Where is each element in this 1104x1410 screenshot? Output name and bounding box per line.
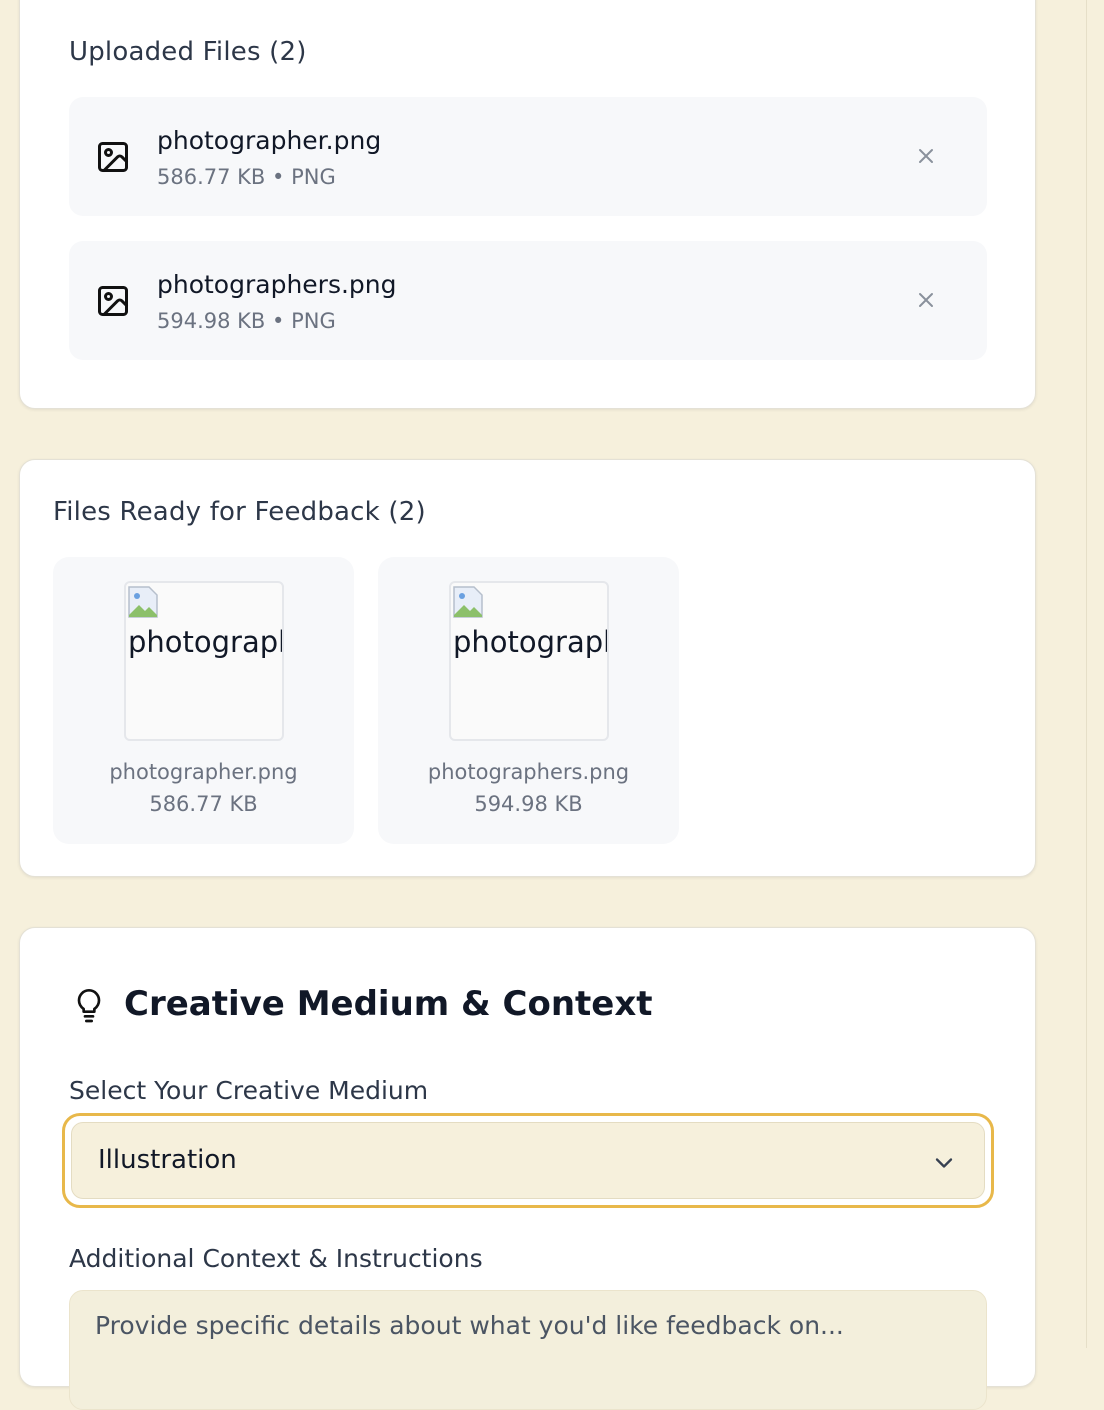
- files-ready-title: Files Ready for Feedback (2): [53, 497, 426, 527]
- uploaded-files-card: Uploaded Files (2) photographer.png 586.…: [19, 0, 1036, 409]
- medium-select-value: Illustration: [98, 1145, 237, 1175]
- remove-file-button[interactable]: [909, 139, 943, 173]
- medium-select-focus-ring: Illustration: [62, 1113, 994, 1208]
- creative-medium-title: Creative Medium & Context: [124, 984, 653, 1024]
- uploaded-file-item: photographers.png 594.98 KB • PNG: [69, 241, 987, 360]
- file-thumbnail: photographer.png: [124, 581, 284, 741]
- close-icon: [919, 149, 933, 163]
- page-scroll-rail: [1086, 0, 1104, 1348]
- chevron-down-icon: [935, 1158, 953, 1168]
- creative-medium-card: Creative Medium & Context Select Your Cr…: [19, 927, 1036, 1410]
- broken-image-icon: [453, 586, 483, 618]
- uploaded-file-item: photographer.png 586.77 KB • PNG: [69, 97, 987, 216]
- lightbulb-icon: [77, 989, 101, 1023]
- broken-image-icon: [128, 586, 158, 618]
- context-textarea[interactable]: Provide specific details about what you'…: [69, 1290, 987, 1410]
- medium-select[interactable]: Illustration: [71, 1122, 985, 1199]
- files-ready-card: Files Ready for Feedback (2) photographe…: [19, 459, 1036, 877]
- file-preview-card[interactable]: photographer.png photographer.png 586.77…: [53, 557, 354, 844]
- close-icon: [919, 293, 933, 307]
- context-label: Additional Context & Instructions: [69, 1244, 483, 1273]
- file-preview-card[interactable]: photographers.png photographers.png 594.…: [378, 557, 679, 844]
- uploaded-file-name: photographers.png: [157, 270, 397, 299]
- medium-select-label: Select Your Creative Medium: [69, 1076, 429, 1105]
- preview-file-name: photographers.png: [427, 760, 630, 784]
- image-icon: [98, 142, 128, 172]
- preview-file-size: 586.77 KB: [149, 792, 258, 816]
- preview-file-size: 594.98 KB: [474, 792, 583, 816]
- remove-file-button[interactable]: [909, 283, 943, 317]
- file-thumbnail: photographers.png: [449, 581, 609, 741]
- uploaded-file-meta: 586.77 KB • PNG: [157, 165, 336, 189]
- preview-file-name: photographer.png: [109, 760, 298, 784]
- uploaded-file-name: photographer.png: [157, 126, 382, 155]
- uploaded-file-meta: 594.98 KB • PNG: [157, 309, 336, 333]
- thumbnail-alt-text: photographers.png: [453, 625, 607, 659]
- thumbnail-alt-text: photographer.png: [128, 625, 282, 659]
- image-icon: [98, 286, 128, 316]
- uploaded-files-title: Uploaded Files (2): [69, 37, 307, 67]
